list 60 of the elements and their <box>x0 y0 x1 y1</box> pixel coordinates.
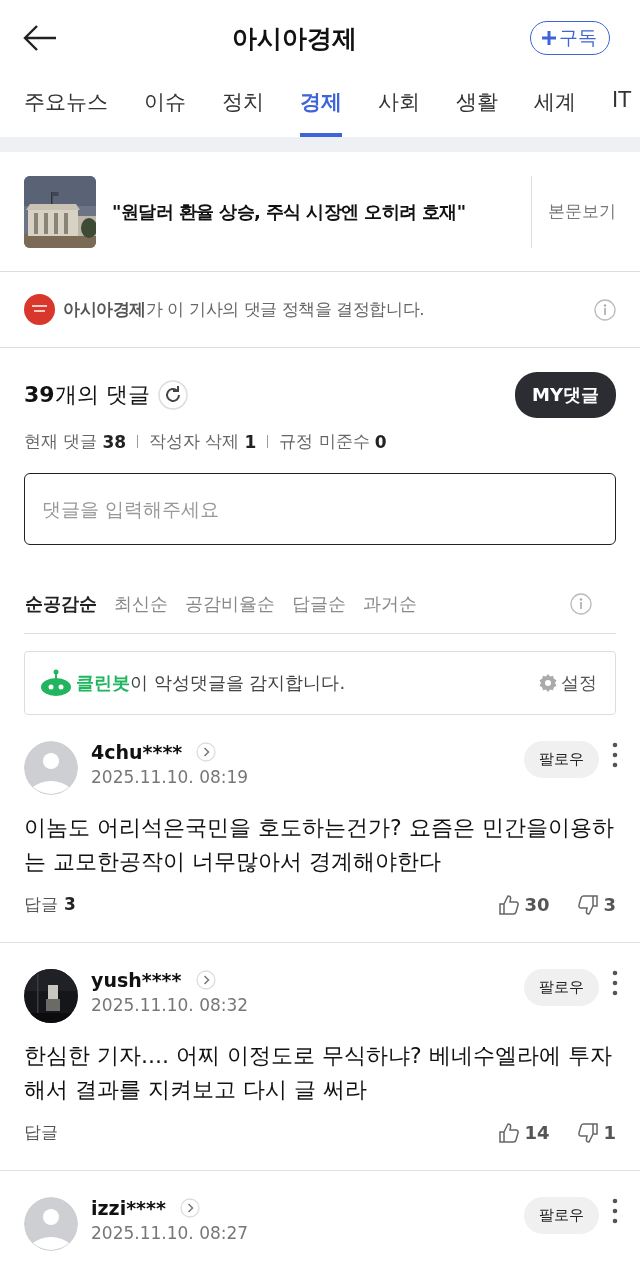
category-tab[interactable]: 생활 <box>456 76 498 137</box>
category-tab[interactable]: 사회 <box>378 76 420 137</box>
article-headline[interactable]: "원달러 환율 상승, 주식 시장엔 오히려 호재" <box>112 199 531 224</box>
my-comments-button[interactable]: MY댓글 <box>515 372 616 418</box>
page-title: 아시아경제 <box>231 22 357 55</box>
follow-button[interactable]: 팔로우 <box>524 969 599 1006</box>
chevron-icon[interactable] <box>196 742 217 762</box>
cleanbot-notice: 클린봇이 악성댓글을 감지합니다. <box>76 671 347 695</box>
sort-tab[interactable]: 과거순 <box>363 592 417 616</box>
username[interactable]: yush**** <box>91 969 182 991</box>
username[interactable]: izzi**** <box>91 1197 166 1219</box>
stat-value: 0 <box>374 431 387 452</box>
settings-icon <box>538 673 558 693</box>
default-avatar-icon <box>24 741 78 795</box>
follow-button[interactable]: 팔로우 <box>524 741 599 778</box>
thumbs-up-icon <box>498 1121 521 1144</box>
like-button[interactable]: 30 <box>498 893 550 916</box>
dislike-button[interactable]: 1 <box>577 1121 616 1144</box>
thumbs-down-icon <box>577 893 600 916</box>
press-logo-icon <box>24 294 55 325</box>
comment-text: 이놈도 어리석은국민을 호도하는건가? 요즘은 민간을이용하는 교모한공작이 너무많아서 경계해야한다 <box>24 814 615 876</box>
sort-tab[interactable]: 순공감순 <box>25 592 97 616</box>
back-icon[interactable] <box>22 23 58 53</box>
chevron-icon[interactable] <box>195 970 216 990</box>
comment-date: 2025.11.10. 08:19 <box>91 767 250 787</box>
thumbs-down-icon <box>577 1121 600 1144</box>
stat-value: 1 <box>244 431 257 452</box>
view-article-link[interactable]: 본문보기 <box>531 175 640 248</box>
category-tab[interactable]: 이슈 <box>144 76 186 137</box>
default-avatar-icon <box>24 1197 78 1251</box>
thumbs-up-icon <box>498 893 521 916</box>
policy-notice: 아시아경제가 이 기사의 댓글 정책을 결정합니다. <box>63 298 426 321</box>
comment-date: 2025.11.10. 08:32 <box>91 995 250 1015</box>
category-tab[interactable]: 세계 <box>534 76 576 137</box>
stat-label: 규정 미준수 <box>279 430 370 453</box>
sort-tab[interactable]: 최신순 <box>114 592 168 616</box>
comment-text: 한심한 기자.... 어찌 이정도로 무식하냐? 베네수엘라에 투자해서 결과를 지켜보고 다시 글 써라 <box>24 1042 613 1104</box>
stat-label: 현재 댓글 <box>24 430 98 453</box>
comment-count: 39개의 댓글 <box>24 381 150 409</box>
reply-link[interactable]: 답글 3 <box>24 893 76 916</box>
category-tab[interactable]: 정치 <box>222 76 264 137</box>
robot-icon <box>40 669 72 697</box>
subscribe-button[interactable]: 구독 <box>530 21 610 55</box>
refresh-icon[interactable] <box>157 380 188 410</box>
comment-date: 2025.11.10. 08:27 <box>91 1223 250 1243</box>
reply-link[interactable]: 답글 <box>24 1121 58 1144</box>
category-tab[interactable]: 주요뉴스 <box>24 76 108 137</box>
comment-input-field[interactable]: 댓글을 입력해주세요 <box>24 473 616 545</box>
category-tab[interactable]: IT <box>612 76 632 137</box>
stat-label: 작성자 삭제 <box>149 430 240 453</box>
stat-value: 38 <box>102 431 127 452</box>
sort-tab[interactable]: 공감비율순 <box>185 592 275 616</box>
like-button[interactable]: 14 <box>498 1121 550 1144</box>
username[interactable]: 4chu**** <box>91 741 183 763</box>
dislike-button[interactable]: 3 <box>577 893 616 916</box>
plus-icon <box>541 30 557 46</box>
settings-button[interactable]: 설정 <box>538 671 597 695</box>
sort-tab[interactable]: 답글순 <box>292 592 346 616</box>
chevron-icon[interactable] <box>179 1198 200 1218</box>
follow-button[interactable]: 팔로우 <box>524 1197 599 1234</box>
